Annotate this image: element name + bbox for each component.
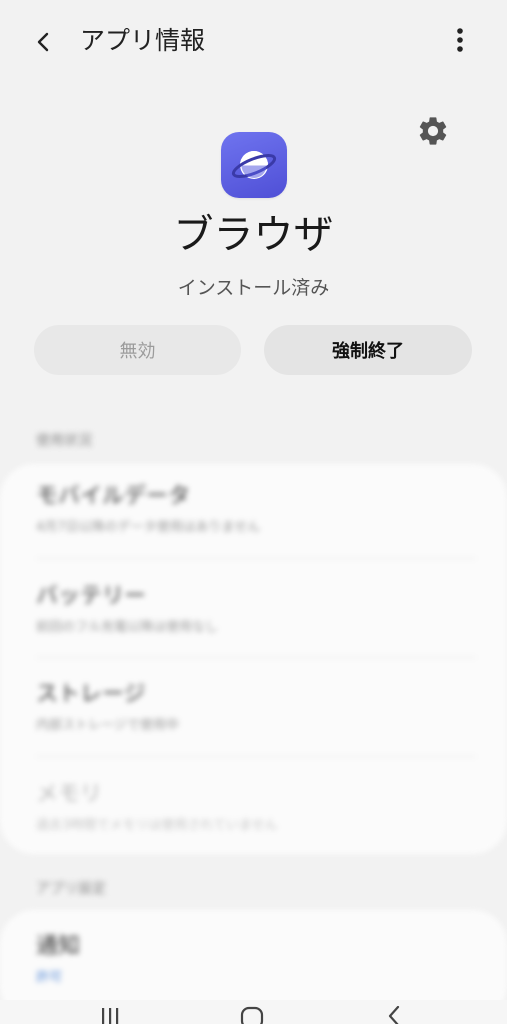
divider	[36, 558, 476, 559]
item-subtitle: 許可	[36, 970, 63, 985]
nav-back-button[interactable]	[380, 1006, 408, 1024]
divider	[36, 756, 476, 757]
install-status: インストール済み	[177, 277, 330, 299]
force-stop-button[interactable]: 強制終了	[264, 325, 472, 375]
app-name: ブラウザ	[173, 212, 334, 258]
item-subtitle: 内部ストレージで使用中	[36, 718, 179, 733]
app-info-screen: アプリ情報 ブラウザ インストール済み 無効 強制終了 使用状況 モバイルデータ…	[0, 0, 507, 1024]
disable-button-label: 無効	[119, 341, 156, 362]
back-button[interactable]	[24, 22, 64, 62]
item-title: メモリ	[36, 782, 103, 807]
item-subtitle: 4月7日以降のデータ使用はありません	[36, 520, 261, 535]
nav-back-icon	[388, 1006, 400, 1024]
gear-icon	[419, 117, 447, 145]
list-item-battery[interactable]: バッテリー 前回のフル充電以降は使用なし	[36, 582, 476, 638]
list-item-notifications[interactable]: 通知 許可	[36, 932, 476, 988]
system-navigation-bar	[0, 1000, 507, 1024]
force-stop-button-label: 強制終了	[332, 341, 404, 362]
item-title: モバイルデータ	[36, 484, 191, 509]
app-icon	[221, 132, 287, 198]
item-subtitle: 過去3時間でメモリは使用されていません	[36, 818, 278, 833]
list-item-memory[interactable]: メモリ 過去3時間でメモリは使用されていません	[36, 780, 476, 836]
recents-button[interactable]	[96, 1006, 124, 1024]
more-vertical-icon	[457, 28, 463, 52]
item-title: バッテリー	[36, 584, 147, 609]
disable-button[interactable]: 無効	[34, 325, 241, 375]
item-title: 通知	[36, 934, 81, 959]
item-subtitle: 前回のフル充電以降は使用なし	[36, 620, 219, 635]
list-item-mobile-data[interactable]: モバイルデータ 4月7日以降のデータ使用はありません	[36, 482, 476, 538]
top-app-bar: アプリ情報	[0, 0, 507, 80]
item-title: ストレージ	[36, 682, 146, 707]
page-title: アプリ情報	[80, 26, 206, 55]
usage-section-header: 使用状況	[36, 433, 92, 449]
more-options-button[interactable]	[444, 22, 476, 58]
planet-icon	[231, 151, 277, 179]
app-settings-button[interactable]	[412, 110, 454, 152]
recents-icon	[102, 1008, 119, 1024]
list-item-storage[interactable]: ストレージ 内部ストレージで使用中	[36, 680, 476, 736]
home-icon	[240, 1006, 264, 1024]
chevron-left-icon	[37, 32, 49, 52]
divider	[36, 657, 476, 658]
home-button[interactable]	[238, 1006, 266, 1024]
app-settings-section-header: アプリ設定	[36, 881, 106, 897]
usage-card: モバイルデータ 4月7日以降のデータ使用はありません バッテリー 前回のフル充電…	[0, 464, 507, 854]
